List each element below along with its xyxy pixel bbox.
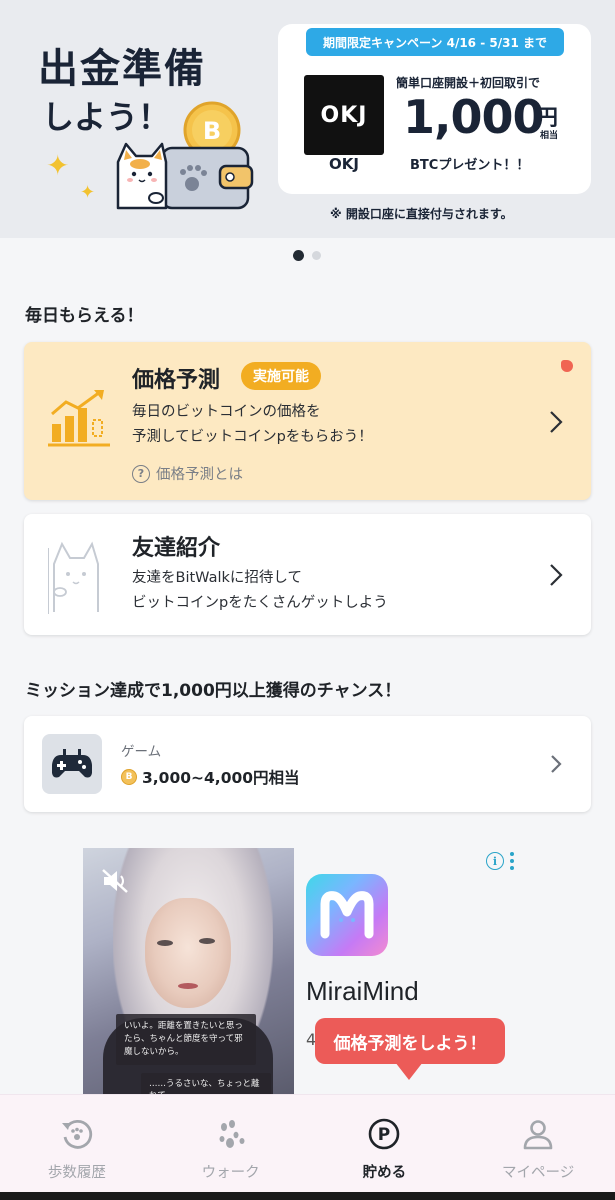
chevron-right-icon[interactable] — [547, 409, 565, 435]
chevron-right-icon[interactable] — [547, 562, 565, 588]
chevron-right-icon[interactable] — [547, 751, 565, 777]
system-home-bar — [0, 1192, 615, 1200]
nav-item-save[interactable]: P 貯める — [308, 1095, 462, 1192]
promo-condition: 簡単口座開設＋初回取引で — [396, 76, 541, 90]
price-help-link[interactable]: ? 価格予測とは — [132, 463, 243, 484]
campaign-card[interactable]: 期間限定キャンペーン 4/16 - 5/31 まで OKJ OKJ 簡単口座開設… — [278, 24, 591, 194]
chart-growth-icon — [48, 390, 110, 447]
cat-wallet-illustration: B — [116, 101, 254, 210]
friend-card-title: 友達紹介 — [132, 536, 221, 561]
game-reward: B 3,000~4,000円相当 — [121, 766, 300, 788]
nav-label-save: 貯める — [362, 1165, 407, 1181]
ad-portrait-face — [145, 898, 231, 1008]
bottom-navigation: 歩数履歴 ウォーク P 貯める マイページ — [0, 1094, 615, 1192]
game-reward-amount: 3,000~4,000円相当 — [142, 769, 300, 787]
price-prediction-card[interactable]: 価格予測 実施可能 毎日のビットコインの価格を 予測してビットコインpをもらおう… — [24, 342, 591, 500]
nav-label-walk: ウォーク — [201, 1165, 260, 1181]
ad-video[interactable]: いいよ。距離を置きたいと思ったら、ちゃんと節度を守って邪魔しないから。 ……うる… — [83, 848, 294, 1096]
question-icon: ? — [132, 464, 150, 483]
nav-label-step-history: 歩数履歴 — [47, 1165, 106, 1181]
ad-subtitle: いいよ。距離を置きたいと思ったら、ちゃんと節度を守って邪魔しないから。 — [116, 1014, 256, 1065]
friend-referral-card[interactable]: 友達紹介 友達をBitWalkに招待して ビットコインpをたくさんゲットしよう — [24, 514, 591, 635]
gamepad-icon — [52, 749, 92, 778]
more-options-icon[interactable] — [510, 852, 514, 870]
ad-info-controls[interactable]: i — [486, 852, 514, 870]
paw-icon — [219, 1120, 245, 1148]
friend-card-description: 友達をBitWalkに招待して ビットコインpをたくさんゲットしよう — [132, 566, 388, 616]
price-card-title: 価格予測 — [132, 368, 221, 393]
advertisement[interactable]: いいよ。距離を置きたいと思ったら、ちゃんと節度を守って邪魔しないから。 ……うる… — [0, 832, 615, 1096]
price-card-description: 毎日のビットコインの価格を 予測してビットコインpをもらおう！ — [132, 400, 373, 450]
nav-label-mypage: マイページ — [502, 1165, 575, 1181]
ad-app-name[interactable]: MiraiMind — [306, 976, 419, 1007]
promo-note: ※ 開設口座に直接付与されます。 — [330, 207, 513, 221]
info-icon[interactable]: i — [486, 852, 504, 870]
okj-logo: OKJ — [304, 75, 384, 155]
banner-title: 出金準備 — [38, 46, 206, 92]
price-prediction-tooltip[interactable]: 価格予測をしよう！ — [315, 1018, 505, 1064]
friend-card-desc-line2: ビットコインpをたくさんゲットしよう — [132, 595, 388, 611]
available-badge: 実施可能 — [241, 362, 321, 390]
bitcoin-coin-icon: B — [121, 769, 137, 785]
carousel-dot-active[interactable] — [293, 250, 304, 261]
nav-item-walk[interactable]: ウォーク — [154, 1095, 308, 1192]
nav-item-step-history[interactable]: 歩数履歴 — [0, 1095, 154, 1192]
mute-icon[interactable] — [101, 868, 129, 894]
game-label: ゲーム — [121, 744, 162, 760]
sparkle-icon: ✦ — [80, 182, 96, 203]
promo-banner[interactable]: 出金準備 しよう！ ✦ ✦ B 期間限定キャンペーン 4/16 - 5/31 ま… — [0, 0, 615, 238]
ad-portrait-lips — [178, 983, 198, 989]
price-help-label: 価格予測とは — [156, 467, 243, 483]
brand-name: OKJ — [329, 155, 359, 173]
promo-equivalent: 相当 — [540, 131, 559, 141]
daily-section-heading: 毎日もらえる！ — [25, 306, 144, 326]
mission-section-heading: ミッション達成で1,000円以上獲得のチャンス！ — [25, 681, 402, 701]
ad-portrait-eye — [199, 938, 215, 944]
friend-card-desc-line1: 友達をBitWalkに招待して — [132, 570, 302, 586]
tooltip-pointer — [395, 1062, 423, 1080]
game-icon-container — [42, 734, 102, 794]
nav-item-mypage[interactable]: マイページ — [461, 1095, 615, 1192]
promo-reward: BTCプレゼント！！ — [410, 158, 530, 173]
price-card-desc-line1: 毎日のビットコインの価格を — [132, 404, 321, 420]
ad-portrait-eye — [157, 940, 173, 946]
person-icon — [523, 1120, 553, 1150]
campaign-period-header: 期間限定キャンペーン 4/16 - 5/31 まで — [306, 28, 564, 56]
sparkle-icon: ✦ — [46, 149, 70, 182]
history-icon — [61, 1119, 92, 1149]
carousel-dot[interactable] — [312, 251, 321, 260]
notification-dot — [561, 360, 573, 372]
price-card-desc-line2: 予測してビットコインpをもらおう！ — [132, 429, 373, 445]
point-icon: P — [369, 1118, 400, 1150]
carousel-indicator[interactable] — [293, 250, 321, 261]
svg-text:P: P — [378, 1125, 390, 1145]
ad-subtitle: ……うるさいな、ちょっと離れて — [141, 1073, 271, 1096]
peeking-cat-icon — [48, 541, 99, 614]
m-logo-icon — [320, 891, 374, 939]
svg-text:B: B — [203, 117, 221, 145]
game-mission-card[interactable]: ゲーム B 3,000~4,000円相当 — [24, 716, 591, 812]
promo-amount: 1,000 — [403, 90, 545, 144]
ad-app-icon[interactable] — [306, 874, 388, 956]
